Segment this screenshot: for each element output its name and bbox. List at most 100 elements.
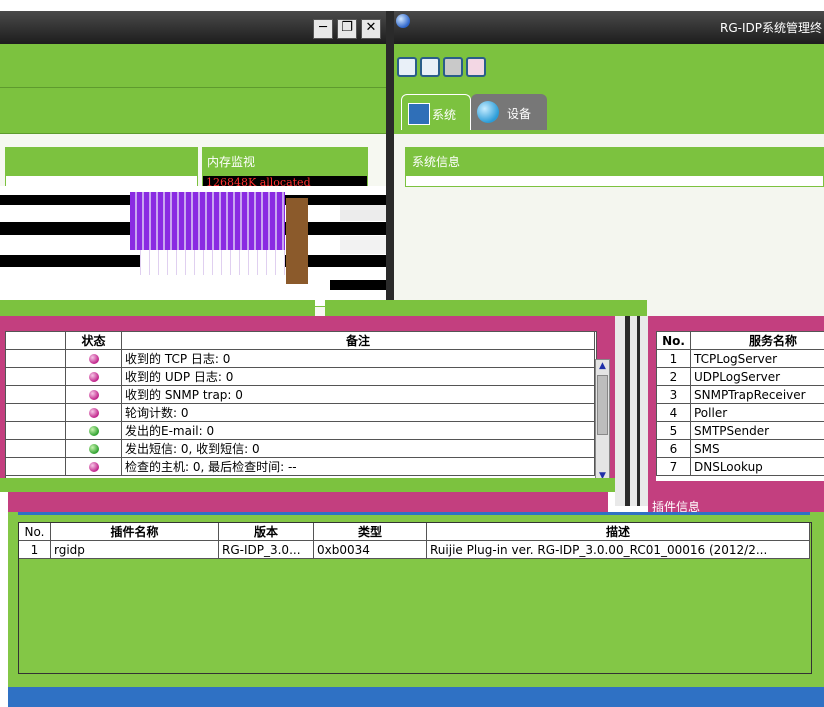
scroll-up-icon[interactable]: ▲: [596, 360, 609, 372]
service-no-cell: 2: [656, 367, 691, 386]
table-row[interactable]: 轮询计数: 0: [6, 403, 595, 422]
memory-panel-title: 内存监视: [203, 148, 367, 176]
service-no-cell: 4: [656, 403, 691, 422]
plugin-table: No. 插件名称 版本 类型 描述 1 rgidp RG-IDP_3.0... 0xb…: [19, 523, 810, 559]
table-row[interactable]: 1 rgidp RG-IDP_3.0... 0xb0034 Ruijie Plug-in…: [19, 540, 810, 559]
table-row[interactable]: 7 DNSLookup: [656, 457, 824, 476]
row-blank-cell: [6, 349, 66, 368]
plugin-top-bar: [18, 512, 810, 515]
col-header-status[interactable]: 状态: [65, 332, 122, 350]
system-tab-icon: [408, 103, 430, 125]
table-row[interactable]: 收到的 UDP 日志: 0: [6, 367, 595, 386]
scroll-thumb[interactable]: [597, 375, 608, 435]
service-name-cell: SNMPTrapReceiver: [690, 385, 824, 404]
row-blank-cell: [6, 403, 66, 422]
system-info-panel: 系统信息: [405, 147, 824, 187]
status-scrollbar[interactable]: ▲ ▼: [595, 359, 610, 483]
connect-tool-icon[interactable]: [397, 57, 417, 77]
shield-tool-icon[interactable]: [466, 57, 486, 77]
table-row[interactable]: 4 Poller: [656, 403, 824, 422]
right-titlebar: RG-IDP系统管理终: [394, 11, 824, 44]
service-panel: No. 服务名称 1 TCPLogServer 2 UDPLogServer 3 SNMP…: [648, 316, 824, 492]
left-toolbar-area: [0, 44, 386, 88]
table-row[interactable]: 1 TCPLogServer: [656, 349, 824, 368]
plugin-panel: No. 插件名称 版本 类型 描述 1 rgidp RG-IDP_3.0... 0xb…: [8, 512, 824, 687]
table-row[interactable]: 收到的 SNMP trap: 0: [6, 385, 595, 404]
status-cell: [65, 457, 122, 476]
table-row[interactable]: 收到的 TCP 日志: 0: [6, 349, 595, 368]
table-row[interactable]: 6 SMS: [656, 439, 824, 458]
col-header-plugin-no[interactable]: No.: [19, 523, 51, 541]
service-name-cell: Poller: [690, 403, 824, 422]
status-dot-icon: [88, 372, 99, 382]
service-no-cell: 5: [656, 421, 691, 440]
row-blank-cell: [6, 439, 66, 458]
cut-tool-icon[interactable]: [420, 57, 440, 77]
plugin-version-cell: RG-IDP_3.0...: [218, 540, 314, 559]
status-cell: [65, 439, 122, 458]
table-row[interactable]: 发出短信: 0, 收到短信: 0: [6, 439, 595, 458]
col-header-service-name[interactable]: 服务名称: [690, 331, 824, 350]
tab-system-label: 系统: [432, 108, 457, 122]
status-table-wrap: 状态 备注 收到的 TCP 日志: 0 收到的 UDP 日志: 0 收到的 SNMP…: [5, 331, 597, 483]
table-row[interactable]: 5 SMTPSender: [656, 421, 824, 440]
right-window-title: RG-IDP系统管理终: [720, 21, 822, 35]
plugin-strip-left: [8, 492, 608, 512]
service-name-cell: DNSLookup: [690, 457, 824, 476]
glitch-brown-strip: [286, 198, 308, 284]
note-cell: 发出短信: 0, 收到短信: 0: [121, 439, 595, 458]
table-row[interactable]: 发出的E-mail: 0: [6, 421, 595, 440]
system-info-title: 系统信息: [406, 148, 823, 176]
col-header-no[interactable]: No.: [656, 331, 691, 350]
status-dot-icon: [88, 426, 99, 436]
service-name-cell: TCPLogServer: [690, 349, 824, 368]
status-green-left: [0, 478, 615, 492]
note-cell: 检查的主机: 0, 最后检查时间: --: [121, 457, 595, 476]
service-table: No. 服务名称 1 TCPLogServer 2 UDPLogServer 3 SNMP…: [656, 331, 824, 476]
plugin-name-cell: rgidp: [50, 540, 219, 559]
service-name-cell: SMTPSender: [690, 421, 824, 440]
note-cell: 收到的 UDP 日志: 0: [121, 367, 595, 386]
tab-system[interactable]: 系统: [401, 94, 471, 130]
close-button[interactable]: ✕: [361, 19, 381, 39]
minimize-button[interactable]: ─: [313, 19, 333, 39]
service-name-cell: SMS: [690, 439, 824, 458]
status-dot-icon: [88, 390, 99, 400]
status-cell: [65, 421, 122, 440]
table-row[interactable]: 检查的主机: 0, 最后检查时间: --: [6, 457, 595, 476]
left-info-header: [6, 148, 197, 176]
disabled-tool-icon[interactable]: [443, 57, 463, 77]
service-no-cell: 1: [656, 349, 691, 368]
status-cell: [65, 385, 122, 404]
status-dot-icon: [88, 462, 99, 472]
col-header-plugin-name[interactable]: 插件名称: [50, 523, 219, 541]
service-no-cell: 7: [656, 457, 691, 476]
row-blank-cell: [6, 457, 66, 476]
col-header-version[interactable]: 版本: [218, 523, 314, 541]
restore-button[interactable]: ❐: [337, 19, 357, 39]
row-blank-cell: [6, 385, 66, 404]
plugin-table-wrap: No. 插件名称 版本 类型 描述 1 rgidp RG-IDP_3.0... 0xb…: [18, 522, 812, 674]
glitch-memory-grid: [140, 250, 285, 275]
service-no-cell: 6: [656, 439, 691, 458]
note-cell: 收到的 SNMP trap: 0: [121, 385, 595, 404]
plugin-strip-right: 插件信息: [648, 492, 824, 514]
status-dot-icon: [88, 354, 99, 364]
table-row[interactable]: 2 UDPLogServer: [656, 367, 824, 386]
status-cell: [65, 403, 122, 422]
col-header-note[interactable]: 备注: [121, 332, 595, 350]
note-cell: 轮询计数: 0: [121, 403, 595, 422]
status-col-blank: [6, 332, 66, 350]
table-row[interactable]: 3 SNMPTrapReceiver: [656, 385, 824, 404]
row-blank-cell: [6, 421, 66, 440]
app-icon: [396, 14, 410, 28]
status-dot-icon: [88, 444, 99, 454]
plugin-description-cell: Ruijie Plug-in ver. RG-IDP_3.0.00_RC01_0…: [426, 540, 810, 559]
window-divider: [386, 11, 394, 311]
col-header-type[interactable]: 类型: [313, 523, 427, 541]
left-tab-area: [0, 88, 386, 134]
tab-device[interactable]: 设备: [471, 94, 547, 130]
col-header-description[interactable]: 描述: [426, 523, 810, 541]
device-tab-icon: [477, 101, 499, 123]
tab-device-label: 设备: [507, 107, 532, 121]
